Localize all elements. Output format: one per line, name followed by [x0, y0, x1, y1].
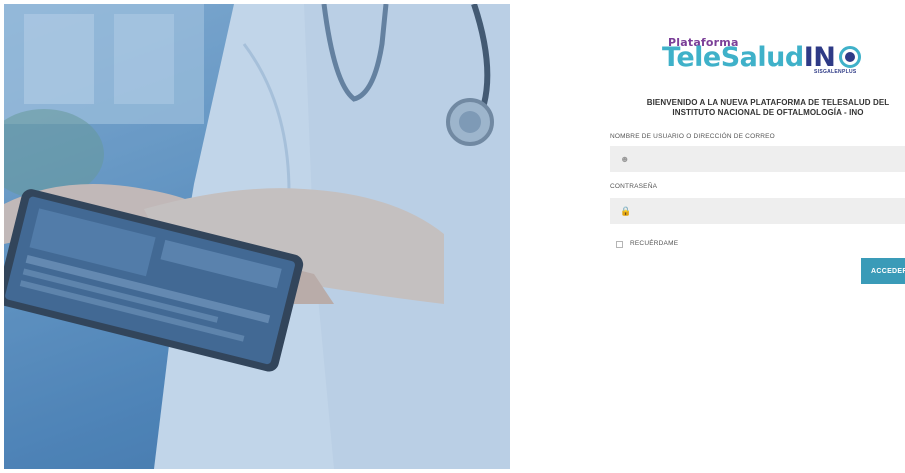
telesalud-logo: Plataforma TeleSaludIN SISGALENPLUS — [662, 36, 872, 76]
login-panel: Plataforma TeleSaludIN SISGALENPLUS BIEN… — [510, 0, 905, 473]
doctor-tablet-illustration — [4, 4, 510, 469]
username-label: NOMBRE DE USUARIO O DIRECCIÓN DE CORREO — [610, 133, 775, 140]
username-field[interactable]: ☻ — [610, 146, 905, 172]
welcome-line-1: BIENVENIDO A LA NUEVA PLATAFORMA DE TELE… — [646, 98, 890, 107]
eye-logo-icon — [839, 46, 861, 68]
password-input[interactable] — [634, 198, 904, 224]
remember-label: RECUÉRDAME — [630, 240, 679, 247]
password-field[interactable]: 🔒 — [610, 198, 905, 224]
username-input[interactable] — [634, 146, 904, 172]
submit-button[interactable]: ACCEDER — [861, 258, 905, 284]
hero-image — [4, 4, 510, 469]
user-icon: ☻ — [620, 154, 630, 164]
welcome-line-2: INSTITUTO NACIONAL DE OFTALMOLOGÍA - INO — [672, 108, 864, 117]
remember-checkbox[interactable] — [616, 241, 623, 248]
password-label: CONTRASEÑA — [610, 183, 658, 190]
logo-sub-text: SISGALENPLUS — [814, 69, 857, 75]
welcome-heading: BIENVENIDO A LA NUEVA PLATAFORMA DE TELE… — [618, 98, 905, 118]
logo-main-prefix: TeleSalud — [662, 42, 804, 73]
logo-main-text: TeleSaludIN — [662, 42, 836, 73]
lock-icon: 🔒 — [620, 206, 632, 216]
